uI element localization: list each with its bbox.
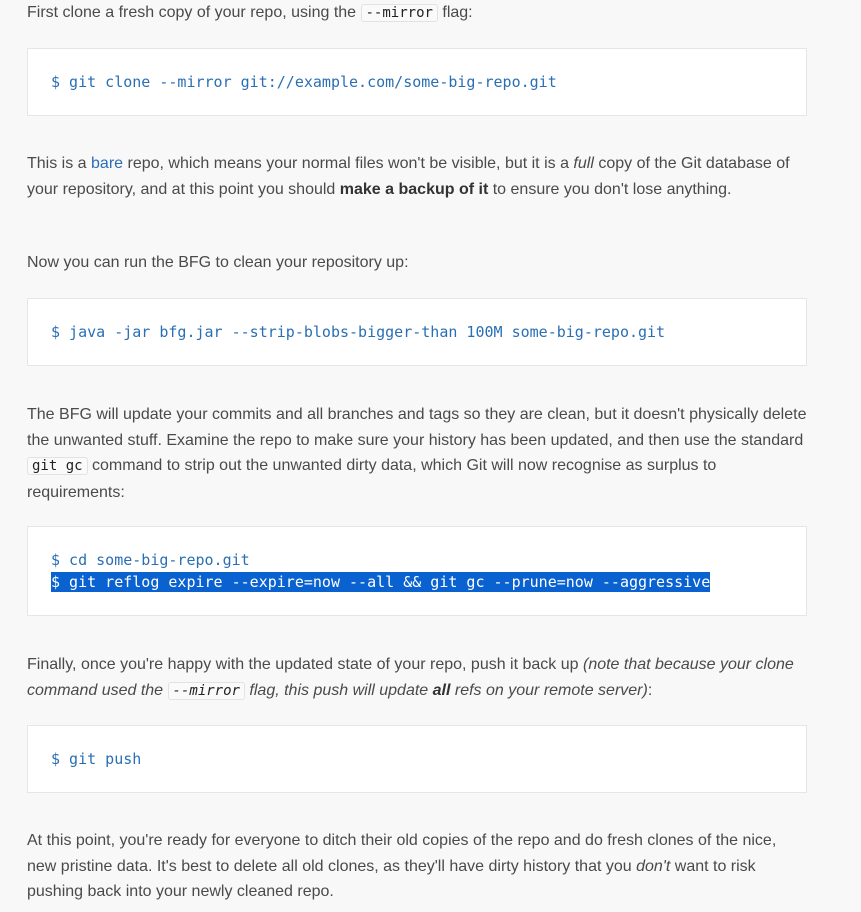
- code-block-bfg: $ java -jar bfg.jar --strip-blobs-bigger…: [27, 298, 807, 366]
- text-strong: make a backup of it: [339, 180, 489, 198]
- inline-code-mirror: --mirror: [360, 4, 438, 22]
- inline-code-git-gc: git gc: [27, 457, 88, 475]
- paragraph-clone-intro: First clone a fresh copy of your repo, u…: [27, 0, 809, 27]
- code-line[interactable]: $ git push: [51, 749, 141, 769]
- text: to ensure you don't lose anything.: [488, 180, 732, 198]
- text-emphasis: full: [573, 155, 594, 172]
- inline-code-mirror-2: --mirror: [167, 681, 245, 700]
- code-block-clone: $ git clone --mirror git://example.com/s…: [27, 48, 807, 116]
- text: flag, this push will update: [244, 681, 433, 699]
- code-line[interactable]: $ cd some-big-repo.git: [51, 550, 250, 570]
- text: This is a: [27, 155, 92, 172]
- bare-link[interactable]: bare: [91, 155, 123, 172]
- text: Finally, once you're happy with the upda…: [27, 656, 583, 673]
- text: :: [647, 681, 653, 699]
- paragraph-run-bfg: Now you can run the BFG to clean your re…: [27, 250, 809, 276]
- code-line-selected[interactable]: $ git reflog expire --expire=now --all &…: [51, 572, 711, 592]
- text: First clone a fresh copy of your repo, u…: [27, 4, 361, 21]
- code-block-push: $ git push: [27, 725, 807, 793]
- code-line[interactable]: $ git clone --mirror git://example.com/s…: [51, 72, 557, 92]
- text: Now you can run the BFG to clean your re…: [27, 254, 409, 271]
- paragraph-bfg-update: The BFG will update your commits and all…: [27, 402, 809, 505]
- text: The BFG will update your commits and all…: [27, 406, 807, 449]
- text: flag:: [437, 4, 473, 21]
- text: repo, which means your normal files won'…: [123, 155, 574, 172]
- paragraph-bare-repo: This is a bare repo, which means your no…: [27, 151, 809, 202]
- text-strong: all: [432, 681, 451, 699]
- text: refs on your remote server): [450, 681, 648, 699]
- code-block-gc: $ cd some-big-repo.git $ git reflog expi…: [27, 526, 807, 616]
- text: command to strip out the unwanted dirty …: [27, 457, 717, 501]
- code-line[interactable]: $ java -jar bfg.jar --strip-blobs-bigger…: [51, 322, 665, 342]
- text-emphasis: don't: [636, 857, 671, 875]
- paragraph-push-back: Finally, once you're happy with the upda…: [27, 652, 809, 704]
- paragraph-final: At this point, you're ready for everyone…: [27, 828, 809, 905]
